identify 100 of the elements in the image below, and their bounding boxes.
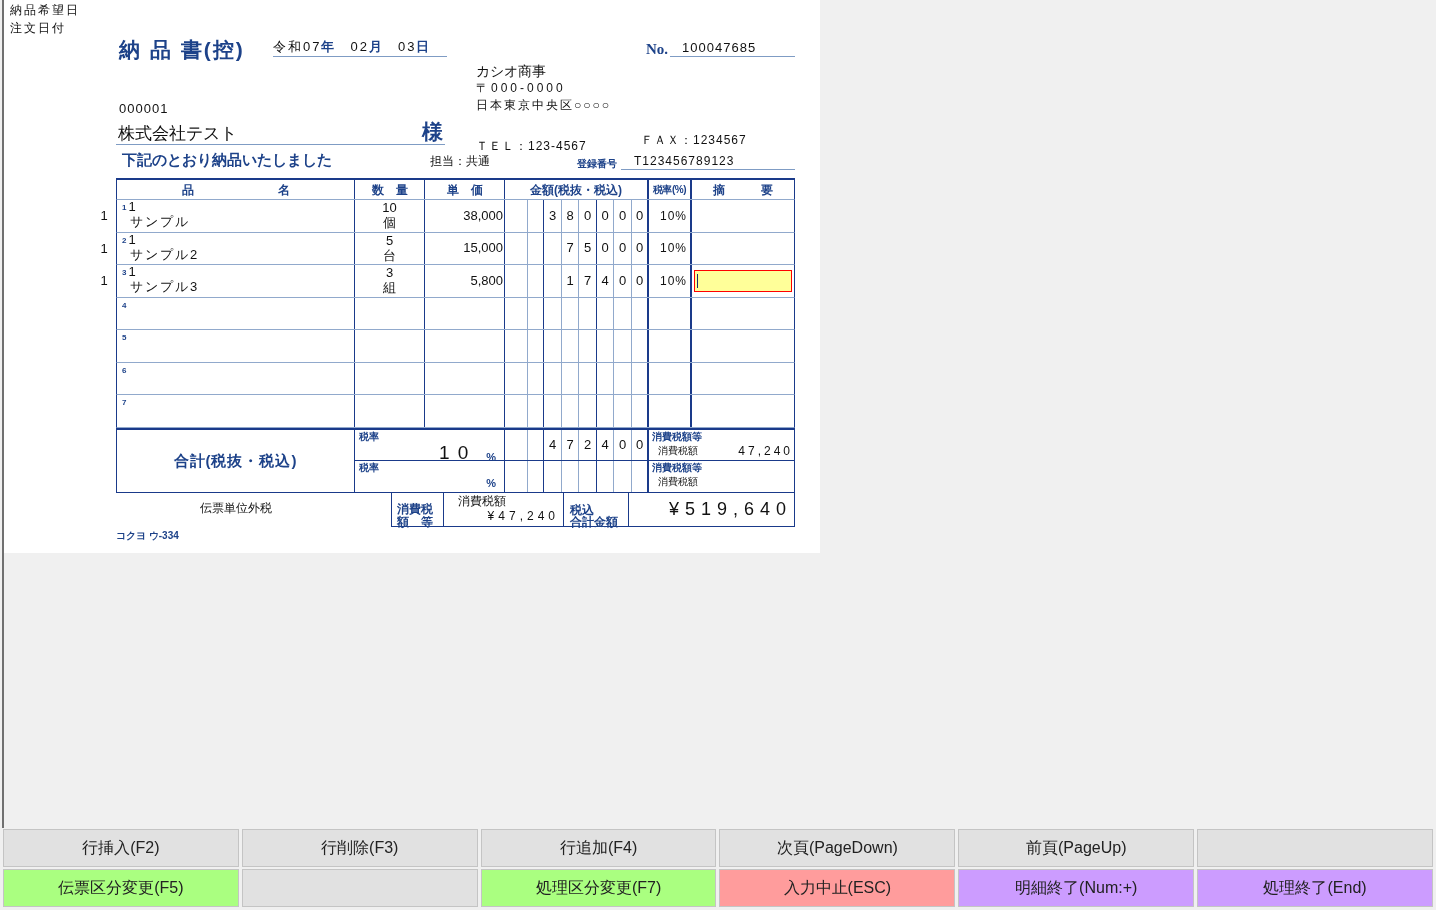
amount-digit: 0 [601,208,609,223]
honorific-text: 様 [422,119,444,144]
quantity-text: 3 [385,265,394,280]
amount-digit: 0 [601,241,609,256]
amount-digit: 8 [566,208,574,223]
item-name: サンプル [129,214,190,230]
function-key-button[interactable]: 明細終了(Num:+) [958,869,1195,907]
function-key-button[interactable]: 処理終了(End) [1197,869,1433,907]
rate-label: 税率 [358,429,379,443]
unit-price: 5,800 [470,273,503,288]
amount-digit: 2 [583,437,592,452]
delivery-message: 下記のとおり納品いたしました [122,151,332,168]
quantity-text: 5 [385,232,394,248]
amount-digit: 4 [601,273,609,288]
tax-rate: 10% [659,241,687,256]
function-key-button[interactable]: 行挿入(F2) [3,829,239,867]
line-number: 5 [122,333,127,342]
function-key-button[interactable]: 前頁(PageUp) [958,829,1195,867]
rate-value: 10 [439,442,477,463]
amount-digit: 5 [583,241,592,256]
percent-sign: % [486,450,496,463]
total-label: 合計(税抜・税込) [173,451,298,470]
side-label: 注文日付 [10,20,66,37]
tax-total: ¥47,240 [487,508,560,524]
customer-code: 000001 [118,101,169,116]
row-mark: 1 [100,209,108,224]
tax-rate: 10% [659,208,687,223]
tax-sub-label: 消費税額 [457,492,506,509]
amount-digit: 0 [618,208,627,223]
amount-digit: 7 [566,437,574,452]
column-header: 数 量 [355,180,425,199]
function-key-button[interactable] [1197,829,1433,867]
tax-sub-label: 消費税額 [657,443,698,458]
function-key-button[interactable]: 入力中止(ESC) [719,869,956,907]
amount-digit: 7 [566,241,574,256]
tax-sub-label: 消費税額 [657,474,698,489]
unit-text: 組 [383,280,396,295]
function-key-button[interactable]: 伝票区分変更(F5) [3,869,239,907]
amount-digit: 0 [635,273,644,288]
note-input-field[interactable] [694,269,792,292]
staff-text: 担当：共通 [430,154,490,168]
rate-label: 税率 [358,460,379,474]
amount-digit: 0 [618,241,627,256]
tax-amount: 47,240 [738,443,794,458]
supplier-name: カシオ商事 [476,63,546,80]
text-cursor-icon [697,273,698,288]
unit-price: 15,000 [463,241,503,256]
tax-amount-label: 消費税額等 [651,460,702,474]
tax-rate: 10% [659,273,687,288]
customer-name: 株式会社テスト [117,123,237,144]
row-mark: 1 [100,241,108,256]
column-header: 税率(%) [649,180,692,199]
grand-total-label: 税込 合計金額 [570,503,618,528]
tax-method: 伝票単位外税 [200,500,272,515]
item-name: サンプル2 [129,246,200,263]
amount-digit: 0 [635,208,644,223]
amount-digit: 0 [618,437,627,452]
fax-number: ＦＡＸ：1234567 [641,133,747,148]
side-label: 納品希望日 [10,2,80,19]
column-header: 品 名 [117,180,355,199]
item-code: 1 [128,232,136,247]
unit-text: 台 [383,247,396,263]
quantity-text: 10 [382,200,397,215]
slip-number: 100047685 [670,39,795,57]
percent-sign: % [486,476,496,489]
line-number: 1 [122,203,127,212]
issue-date: 令和07年 02月 03 日 [273,38,447,57]
item-name: サンプル3 [129,279,200,295]
amount-digit: 4 [601,437,609,452]
function-key-button[interactable]: 行削除(F3) [241,829,478,867]
amount-digit: 3 [548,208,557,223]
column-header: 摘 要 [712,181,774,199]
number-label: No. [646,42,669,57]
unit-text: 個 [383,215,396,230]
form-code: コクヨ ウ-334 [116,529,179,542]
amount-digit: 7 [583,273,592,288]
function-key-button[interactable]: 行追加(F4) [480,829,717,867]
document-title: 納 品 書(控) [119,38,245,61]
amount-digit: 0 [583,208,592,223]
column-header: 金額(税抜・税込) [505,180,649,199]
registration-number: T123456789123 [621,154,795,170]
function-key-button[interactable] [241,869,478,907]
line-number: 7 [122,398,127,407]
line-number: 6 [122,365,127,375]
line-number: 2 [122,235,127,245]
unit-price: 38,000 [463,208,503,223]
column-header: 単 価 [425,180,505,199]
row-mark: 1 [100,274,108,289]
function-key-button[interactable]: 次頁(PageDown) [719,829,956,867]
amount-digit: 4 [548,437,557,452]
grand-total: ¥519,640 [668,499,792,519]
function-key-button[interactable]: 処理区分変更(F7) [480,869,717,907]
item-code: 1 [128,200,136,214]
item-code: 1 [128,265,136,279]
line-number: 3 [122,268,127,277]
amount-digit: 0 [618,273,627,288]
amount-digit: 0 [635,437,644,452]
amount-digit: 1 [566,273,574,288]
registration-label: 登録番号 [577,158,618,170]
consumption-tax-label: 消費税 額等 [397,502,433,529]
